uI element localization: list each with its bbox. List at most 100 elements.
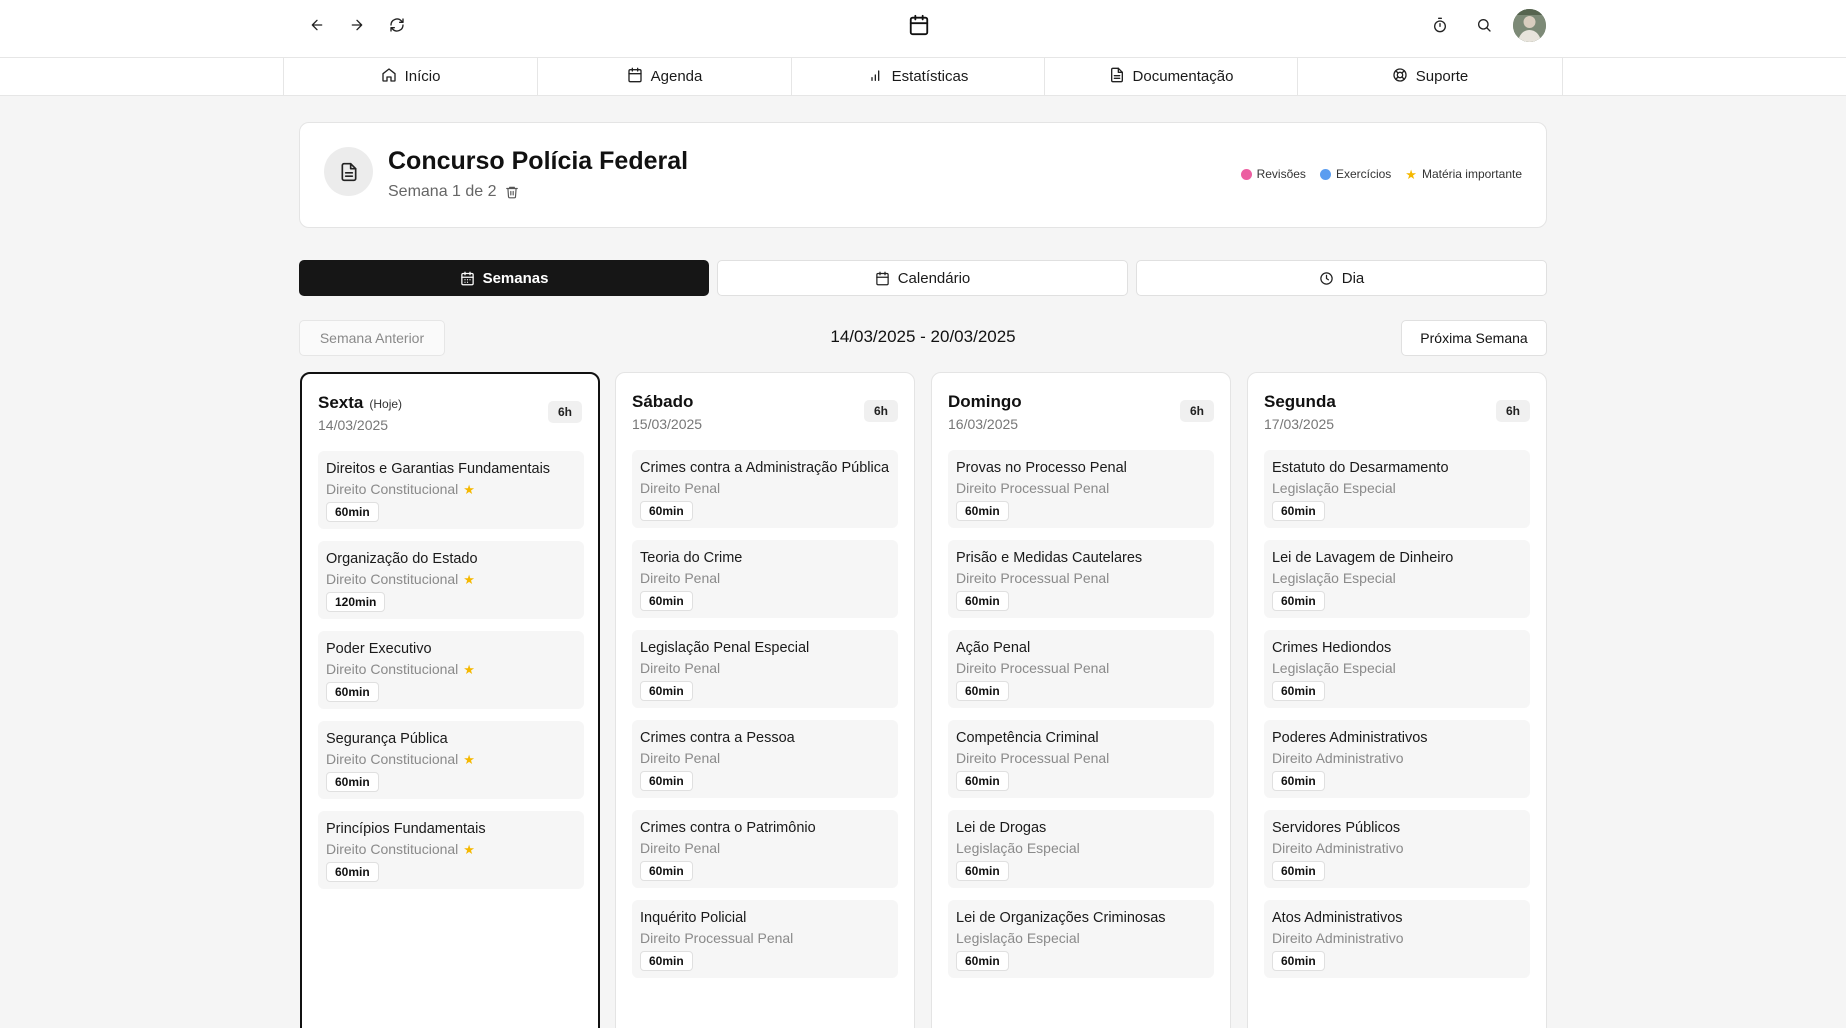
study-item-duration: 60min [640, 771, 693, 791]
study-list: Direitos e Garantias Fundamentais Direito… [318, 451, 584, 889]
nav-tab-estatisticas[interactable]: Estatísticas [791, 58, 1044, 95]
nav-tab-suporte[interactable]: Suporte [1297, 58, 1563, 95]
study-list: Estatuto do Desarmamento Legislação Espec… [1264, 450, 1530, 978]
study-item[interactable]: Competência Criminal Direito Processual P… [948, 720, 1214, 798]
study-item[interactable]: Provas no Processo Penal Direito Processu… [948, 450, 1214, 528]
study-item-duration: 60min [326, 862, 379, 882]
day-column-segunda: Segunda 17/03/2025 6h Estatuto do Desarmame… [1247, 372, 1547, 1028]
study-item[interactable]: Princípios Fundamentais Direito Constituc… [318, 811, 584, 889]
study-item[interactable]: Lei de Lavagem de Dinheiro Legislação Esp… [1264, 540, 1530, 618]
study-item[interactable]: Poder Executivo Direito Constitucional ★ 60… [318, 631, 584, 709]
avatar[interactable] [1513, 9, 1546, 42]
study-item[interactable]: Crimes contra a Pessoa Direito Penal 60min [632, 720, 898, 798]
study-item-subject-row: Legislação Especial [1272, 658, 1522, 678]
study-item-duration: 60min [956, 861, 1009, 881]
study-item-subject-row: Direito Constitucional ★ [326, 839, 576, 859]
study-item-duration: 60min [640, 681, 693, 701]
study-item-subject: Direito Constitucional [326, 481, 459, 497]
stopwatch-icon[interactable] [1430, 15, 1450, 35]
study-item[interactable]: Crimes contra o Patrimônio Direito Penal 6… [632, 810, 898, 888]
study-item[interactable]: Crimes contra a Administração Pública Dir… [632, 450, 898, 528]
study-item[interactable]: Crimes Hediondos Legislação Especial 60min [1264, 630, 1530, 708]
study-item[interactable]: Segurança Pública Direito Constitucional ★… [318, 721, 584, 799]
study-item[interactable]: Direitos e Garantias Fundamentais Direito… [318, 451, 584, 529]
study-item-subject: Direito Penal [640, 840, 721, 856]
study-item-subject: Direito Processual Penal [956, 570, 1110, 586]
view-tab-calendario[interactable]: Calendário [717, 260, 1128, 296]
study-item-title: Crimes Hediondos [1272, 640, 1392, 656]
legend-item-exercicios: Exercícios [1319, 167, 1392, 181]
study-item-subject-row: Legislação Especial [956, 928, 1206, 948]
study-item-title: Competência Criminal [956, 730, 1099, 746]
study-item-subject-row: Legislação Especial [1272, 478, 1522, 498]
study-item[interactable]: Prisão e Medidas Cautelares Direito Proce… [948, 540, 1214, 618]
study-item-title: Poderes Administrativos [1272, 730, 1428, 746]
study-item[interactable]: Atos Administrativos Direito Administrati… [1264, 900, 1530, 978]
day-date: 15/03/2025 [632, 416, 703, 432]
study-item-duration: 60min [326, 772, 379, 792]
arrow-right-icon[interactable] [346, 14, 368, 36]
next-week-button[interactable]: Próxima Semana [1401, 320, 1547, 356]
view-tab-dia[interactable]: Dia [1136, 260, 1547, 296]
study-item[interactable]: Estatuto do Desarmamento Legislação Espec… [1264, 450, 1530, 528]
refresh-icon[interactable] [386, 14, 408, 36]
study-item[interactable]: Servidores Públicos Direito Administrativ… [1264, 810, 1530, 888]
study-item[interactable]: Lei de Drogas Legislação Especial 60min [948, 810, 1214, 888]
study-list: Crimes contra a Administração Pública Dir… [632, 450, 898, 978]
study-item-title: Prisão e Medidas Cautelares [956, 550, 1143, 566]
study-item-title: Estatuto do Desarmamento [1272, 460, 1449, 476]
study-item-subject-row: Direito Processual Penal [956, 658, 1206, 678]
today-badge: (Hoje) [369, 397, 403, 411]
star-icon: ★ [1405, 166, 1417, 182]
lifebuoy-icon [1392, 67, 1408, 87]
calendar-icon [906, 12, 932, 38]
arrow-left-icon[interactable] [306, 14, 328, 36]
view-tab-semanas[interactable]: Semanas [299, 260, 709, 296]
study-item-duration: 120min [326, 592, 386, 612]
top-bar [0, 0, 1846, 58]
legend-item-materia-importante: ★ Matéria importante [1405, 167, 1522, 181]
study-item-subject: Legislação Especial [1272, 480, 1396, 496]
study-item-title: Atos Administrativos [1272, 910, 1403, 926]
study-item-duration: 60min [1272, 861, 1325, 881]
day-date: 16/03/2025 [948, 416, 1019, 432]
day-name-label: Sábado [632, 392, 694, 411]
trash-icon[interactable] [505, 185, 519, 199]
study-item-subject-row: Direito Administrativo [1272, 928, 1522, 948]
nav-tab-agenda[interactable]: Agenda [537, 58, 791, 95]
study-item-subject: Direito Processual Penal [956, 750, 1110, 766]
view-tab-label: Calendário [897, 269, 971, 287]
study-item-subject-row: Direito Processual Penal [640, 928, 890, 948]
study-item[interactable]: Legislação Penal Especial Direito Penal 60… [632, 630, 898, 708]
view-tab-label: Semanas [482, 269, 549, 287]
study-item[interactable]: Inquérito Policial Direito Processual Pen… [632, 900, 898, 978]
day-hours-badge: 6h [864, 400, 898, 422]
study-item[interactable]: Lei de Organizações Criminosas Legislação… [948, 900, 1214, 978]
study-item[interactable]: Poderes Administrativos Direito Administr… [1264, 720, 1530, 798]
calendar-icon [875, 271, 890, 286]
study-item-title: Direitos e Garantias Fundamentais [326, 461, 551, 477]
study-item-subject: Legislação Especial [956, 840, 1080, 856]
study-item-title: Crimes contra a Pessoa [640, 730, 795, 746]
study-item-title: Organização do Estado [326, 551, 478, 567]
study-item[interactable]: Ação Penal Direito Processual Penal 60min [948, 630, 1214, 708]
study-item-duration: 60min [640, 861, 693, 881]
study-item-title: Segurança Pública [326, 731, 448, 747]
search-icon[interactable] [1474, 15, 1494, 35]
study-item-duration: 60min [640, 951, 693, 971]
study-item-subject-row: Direito Penal [640, 478, 890, 498]
day-name-label: Sexta [318, 393, 364, 412]
clock-icon [1319, 271, 1334, 286]
study-item-duration: 60min [326, 682, 379, 702]
study-item[interactable]: Organização do Estado Direito Constitucio… [318, 541, 584, 619]
study-item[interactable]: Teoria do Crime Direito Penal 60min [632, 540, 898, 618]
nav-tab-inicio[interactable]: Início [283, 58, 537, 95]
study-item-subject: Direito Penal [640, 570, 721, 586]
nav-tab-documentacao[interactable]: Documentação [1044, 58, 1297, 95]
legend-label: Exercícios [1335, 167, 1392, 181]
study-item-subject: Direito Administrativo [1272, 840, 1404, 856]
study-item-subject-row: Direito Processual Penal [956, 478, 1206, 498]
study-item-title: Crimes contra o Patrimônio [640, 820, 816, 836]
study-item-subject-row: Direito Constitucional ★ [326, 479, 576, 499]
study-item-subject-row: Direito Administrativo [1272, 748, 1522, 768]
